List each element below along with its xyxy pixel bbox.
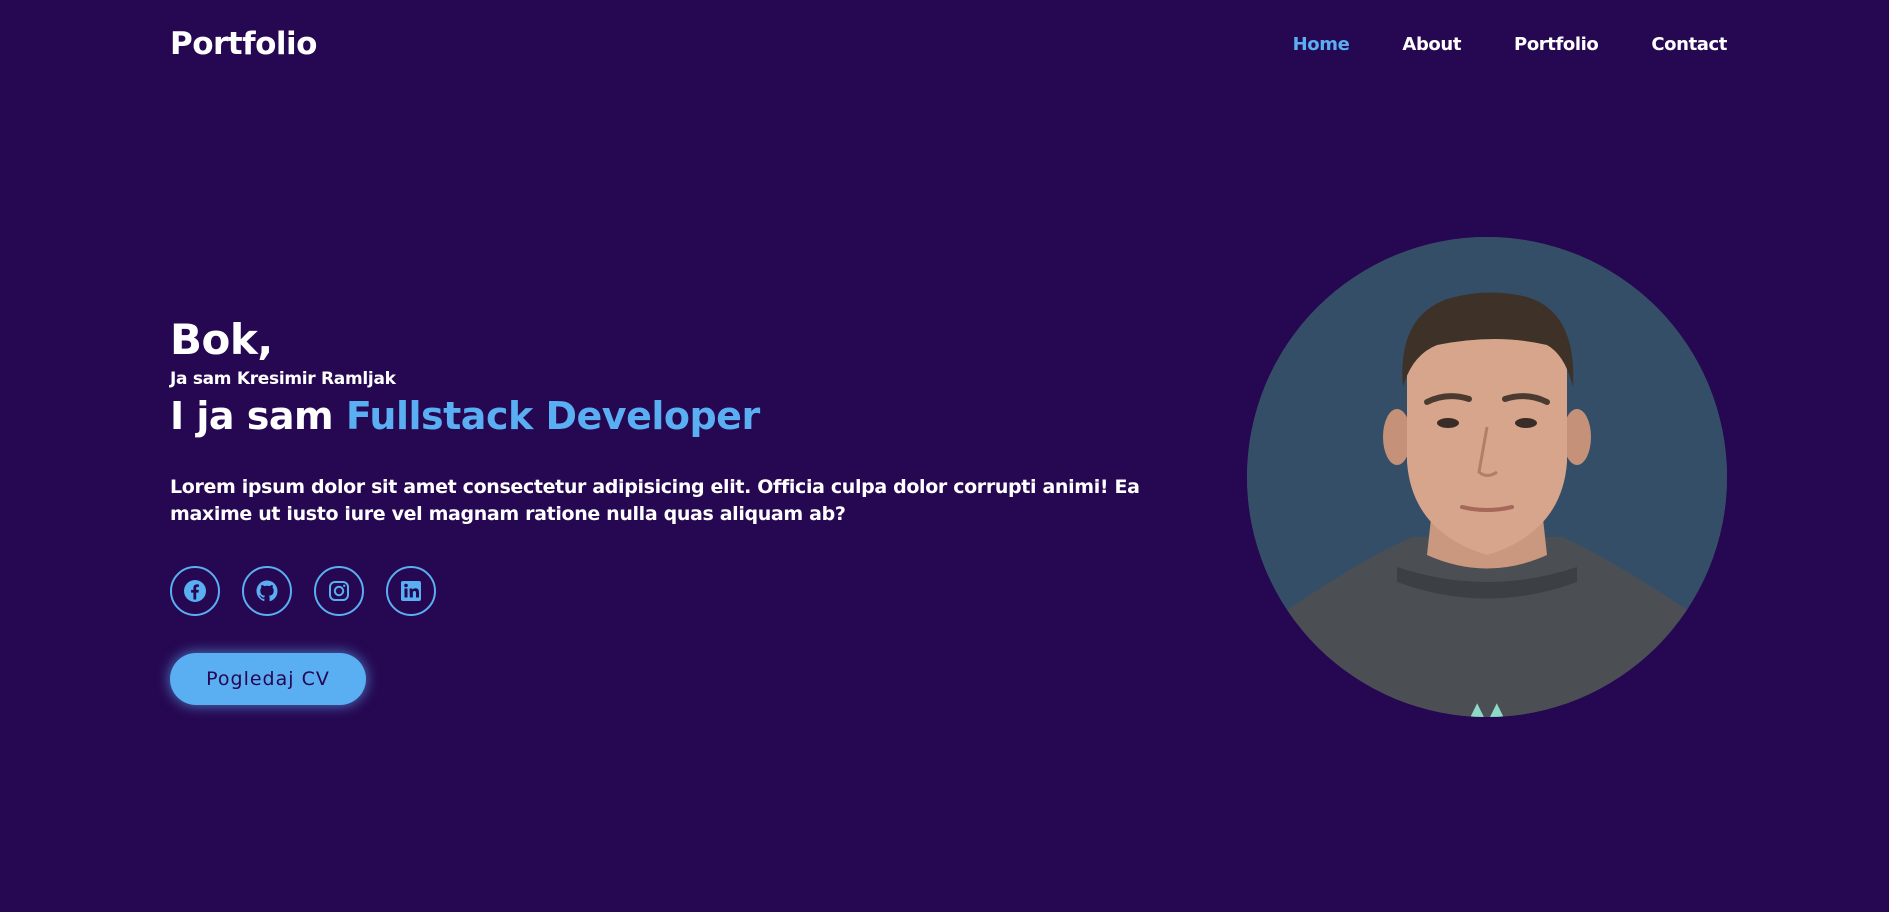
role-heading: I ja sam Fullstack Developer bbox=[170, 392, 1210, 440]
instagram-icon bbox=[329, 581, 349, 601]
facebook-link[interactable] bbox=[170, 566, 220, 616]
nav-contact[interactable]: Contact bbox=[1651, 34, 1727, 55]
page: Portfolio Home About Portfolio Contact B… bbox=[0, 0, 1889, 912]
nav-about[interactable]: About bbox=[1402, 34, 1461, 55]
site-header: Portfolio Home About Portfolio Contact bbox=[170, 22, 1727, 66]
role-prefix: I ja sam bbox=[170, 394, 334, 438]
svg-text:▲ ▲: ▲ ▲ bbox=[1470, 699, 1504, 717]
logo[interactable]: Portfolio bbox=[170, 26, 317, 62]
linkedin-link[interactable] bbox=[386, 566, 436, 616]
facebook-icon bbox=[184, 580, 206, 602]
view-cv-button[interactable]: Pogledaj CV bbox=[170, 653, 366, 705]
github-link[interactable] bbox=[242, 566, 292, 616]
main-nav: Home About Portfolio Contact bbox=[1293, 34, 1728, 55]
nav-home[interactable]: Home bbox=[1293, 34, 1350, 55]
role-highlight: Fullstack Developer bbox=[345, 394, 760, 438]
hero-section: Bok, Ja sam Kresimir Ramljak I ja sam Fu… bbox=[170, 316, 1210, 705]
hero-description: Lorem ipsum dolor sit amet consectetur a… bbox=[170, 476, 1140, 525]
nav-portfolio[interactable]: Portfolio bbox=[1514, 34, 1599, 55]
greeting: Bok, bbox=[170, 315, 273, 364]
linkedin-icon bbox=[401, 581, 421, 601]
profile-photo: ▲ ▲ bbox=[1247, 237, 1727, 717]
portrait-illustration: ▲ ▲ bbox=[1247, 237, 1727, 717]
social-links bbox=[170, 566, 1210, 616]
name-line: Ja sam Kresimir Ramljak bbox=[170, 369, 396, 389]
instagram-link[interactable] bbox=[314, 566, 364, 616]
github-icon bbox=[256, 580, 278, 602]
